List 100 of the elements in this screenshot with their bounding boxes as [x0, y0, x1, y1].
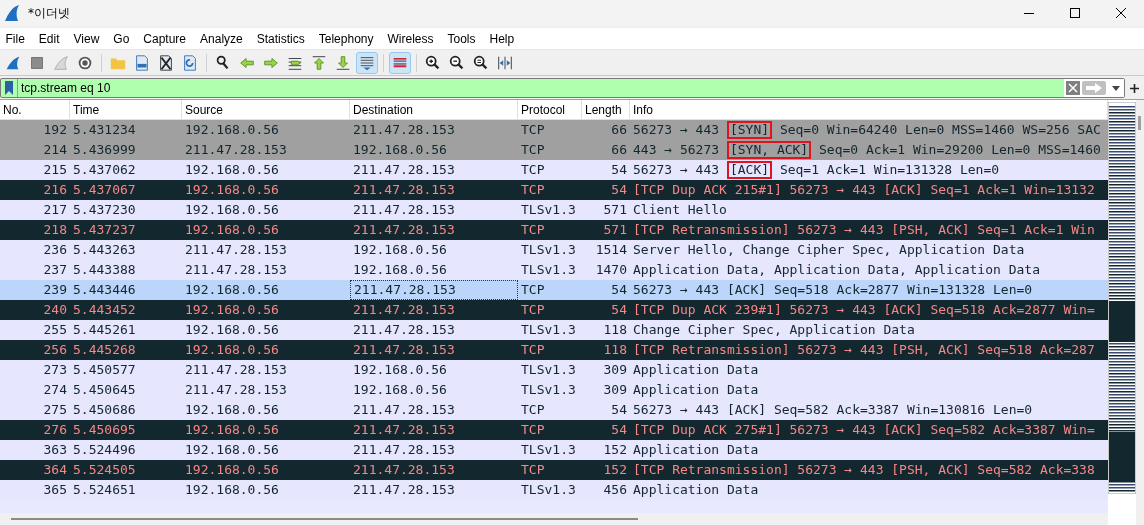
table-cell-text: 5.443452 — [73, 301, 136, 320]
table-cell-text: 211.47.28.153 — [353, 461, 455, 480]
table-cell-text: TCP — [521, 141, 545, 160]
menu-item[interactable]: Telephony — [315, 29, 377, 48]
table-cell-text: 192.168.0.56 — [185, 221, 279, 240]
table-cell-text: 217 — [43, 201, 67, 220]
table-cell-text: 5.443446 — [73, 281, 136, 300]
menu-item[interactable]: Edit — [35, 29, 64, 48]
clear-icon[interactable] — [1066, 81, 1080, 95]
table-cell-text: 256 — [43, 341, 67, 360]
table-cell-text: 211.47.28.153 — [185, 261, 287, 280]
info-text: Application Data — [633, 441, 759, 460]
table-cell-text: 211.47.28.153 — [353, 401, 455, 420]
table-cell-text: 5.443263 — [73, 241, 136, 260]
table-cell-text: 5.443388 — [73, 261, 136, 280]
packet-row[interactable]: 214 5.436999 211.47.28.153 192.168.0.56 TCP 66 443 → 56273 [SYN, ACK] Seq=0 Ack=1 Win=29200 Len=0 MSS=1460 — [0, 140, 1108, 160]
table-cell-text: 365 — [43, 481, 67, 500]
info-text: [TCP Retransmission] 56273 → 443 [PSH, ACK] Seq=1 Ack=1 Win — [633, 221, 1095, 240]
add-icon[interactable] — [1130, 83, 1139, 93]
display-filter-field[interactable]: tcp.stream eq 10 — [0, 78, 1125, 98]
info-text: Seq=0 Win=64240 Len=0 MSS=1460 WS=256 SAC — [778, 121, 1101, 140]
table-cell-text: 152 — [603, 461, 627, 480]
table-cell-text: 192.168.0.56 — [353, 241, 447, 260]
table-cell-text: 211.47.28.153 — [353, 161, 455, 180]
table-cell-text: 363 — [43, 441, 67, 460]
table-cell-text: 456 — [603, 481, 627, 500]
table-cell-text: 5.437062 — [73, 161, 136, 180]
table-cell-text: 54 — [611, 181, 627, 200]
table-cell-text: 309 — [603, 381, 627, 400]
packet-row[interactable]: 256 5.445268 192.168.0.56 211.47.28.153 TCP 118 [TCP Retransmission] 56273 → 443 [PSH, ACK] Seq=518 Ack=287 — [0, 340, 1108, 360]
info-text: 56273 → 443 — [633, 121, 721, 140]
table-cell-text: 192.168.0.56 — [353, 261, 447, 280]
packet-row[interactable]: 216 5.437067 192.168.0.56 211.47.28.153 TCP 54 [TCP Dup ACK 215#1] 56273 → 443 [ACK] Seq=1 Ack=1 Win=13132 — [0, 180, 1108, 200]
packet-row[interactable]: 240 5.443452 192.168.0.56 211.47.28.153 TCP 54 [TCP Dup ACK 239#1] 56273 → 443 [ACK] Seq=518 Ack=2877 Win= — [0, 300, 1108, 320]
horizontal-scrollbar-thumb[interactable] — [11, 518, 638, 520]
shark-fin-icon — [4, 4, 20, 22]
table-cell-text: 5.450577 — [73, 361, 136, 380]
packet-minimap-drawing[interactable] — [1108, 102, 1136, 494]
menu-item[interactable]: File — [2, 29, 29, 48]
table-cell-text: 211.47.28.153 — [353, 441, 455, 460]
info-text: [TCP Dup ACK 215#1] 56273 → 443 [ACK] Seq=1 Ack=1 Win=13132 — [633, 181, 1095, 200]
packet-row[interactable]: 276 5.450695 192.168.0.56 211.47.28.153 TCP 54 [TCP Dup ACK 275#1] 56273 → 443 [ACK] Seq=582 Ack=3387 Win= — [0, 420, 1108, 440]
info-text: [TCP Retransmission] 56273 → 443 [PSH, ACK] Seq=582 Ack=338 — [633, 461, 1095, 480]
packet-row[interactable]: 364 5.524505 192.168.0.56 211.47.28.153 TCP 152 [TCP Retransmission] 56273 → 443 [PSH, ACK] Seq=582 Ack=338 — [0, 460, 1108, 480]
packet-row[interactable]: 218 5.437237 192.168.0.56 211.47.28.153 TCP 571 [TCP Retransmission] 56273 → 443 [PSH, ACK] Seq=1 Ack=1 Win — [0, 220, 1108, 240]
info-text: Change Cipher Spec, Application Data — [633, 321, 915, 340]
table-cell-text: TCP — [521, 221, 545, 240]
menu-item[interactable]: Analyze — [196, 29, 247, 48]
table-cell-text: 5.450645 — [73, 381, 136, 400]
table-cell-text: 192.168.0.56 — [185, 301, 279, 320]
table-cell-text: 237 — [43, 261, 67, 280]
menu-item[interactable]: Wireless — [384, 29, 437, 48]
table-cell-text: 192.168.0.56 — [185, 121, 279, 140]
table-cell-text: 216 — [43, 181, 67, 200]
table-cell-text: 273 — [43, 361, 67, 380]
table-cell-text: 211.47.28.153 — [185, 141, 287, 160]
menu-item[interactable]: Go — [109, 29, 133, 48]
info-text: Seq=1 Ack=1 Win=131328 Len=0 — [778, 161, 1000, 180]
info-text: 56273 → 443 [ACK] Seq=518 Ack=2877 Win=131328 Len=0 — [633, 281, 1033, 300]
table-cell-text: TCP — [521, 121, 545, 140]
table-cell-text: TLSv1.3 — [521, 381, 576, 400]
info-text: 56273 → 443 [ACK] Seq=582 Ack=3387 Win=130816 Len=0 — [633, 401, 1033, 420]
menu-item[interactable]: View — [70, 29, 103, 48]
table-cell-text: 192.168.0.56 — [185, 461, 279, 480]
table-cell-text: TCP — [521, 341, 545, 360]
vertical-scrollbar-thumb[interactable] — [1138, 116, 1141, 130]
table-cell-text: 66 — [611, 141, 627, 160]
table-cell-text: 5.437237 — [73, 221, 136, 240]
table-cell-text: 5.524505 — [73, 461, 136, 480]
info-text: [TCP Dup ACK 239#1] 56273 → 443 [ACK] Seq=518 Ack=2877 Win= — [633, 301, 1095, 320]
info-text: Client Hello — [633, 201, 727, 220]
menu-item[interactable]: Capture — [139, 29, 190, 48]
selected-packet-row[interactable]: 239 5.443446 192.168.0.56 211.47.28.153 TCP 54 56273 → 443 [ACK] Seq=518 Ack=2877 Win=131328 Len=0 — [0, 280, 1108, 300]
table-cell-text: 211.47.28.153 — [185, 361, 287, 380]
zoom-out-icon — [448, 53, 466, 72]
table-cell-text: 5.450695 — [73, 421, 136, 440]
table-cell-text: 275 — [43, 401, 67, 420]
bookmark-icon[interactable] — [3, 80, 15, 96]
highlighted-flag: [ACK] — [726, 161, 773, 179]
table-cell-text: 5.437067 — [73, 181, 136, 200]
window-title: *이더넷 — [28, 5, 70, 22]
file-icon — [133, 53, 151, 72]
menu-item[interactable]: Statistics — [253, 29, 309, 48]
zoom-reset-icon — [472, 53, 490, 72]
table-cell-text: 5.445261 — [73, 321, 136, 340]
table-cell-text: 54 — [611, 281, 627, 300]
menu-item[interactable]: Tools — [444, 29, 479, 48]
table-cell-text: 192.168.0.56 — [185, 341, 279, 360]
table-cell-text: 192.168.0.56 — [185, 281, 279, 300]
table-cell-text: 5.436999 — [73, 141, 136, 160]
table-cell-text: 1514 — [595, 241, 627, 260]
table-cell-text: 5.431234 — [73, 121, 136, 140]
dropdown-caret-icon[interactable] — [1112, 85, 1120, 91]
info-text: [TCP Dup ACK 275#1] 56273 → 443 [ACK] Seq=582 Ack=3387 Win= — [633, 421, 1095, 440]
table-cell-text: 5.524651 — [73, 481, 136, 500]
table-cell-text: 192.168.0.56 — [185, 321, 279, 340]
table-cell-text: 211.47.28.153 — [185, 381, 287, 400]
menu-item[interactable]: Help — [486, 29, 518, 48]
packet-row[interactable]: 192 5.431234 192.168.0.56 211.47.28.153 TCP 66 56273 → 443 [SYN] Seq=0 Win=64240 Len=0 MSS=1460 WS=256 SAC — [0, 120, 1108, 140]
table-cell-text: TCP — [521, 301, 545, 320]
